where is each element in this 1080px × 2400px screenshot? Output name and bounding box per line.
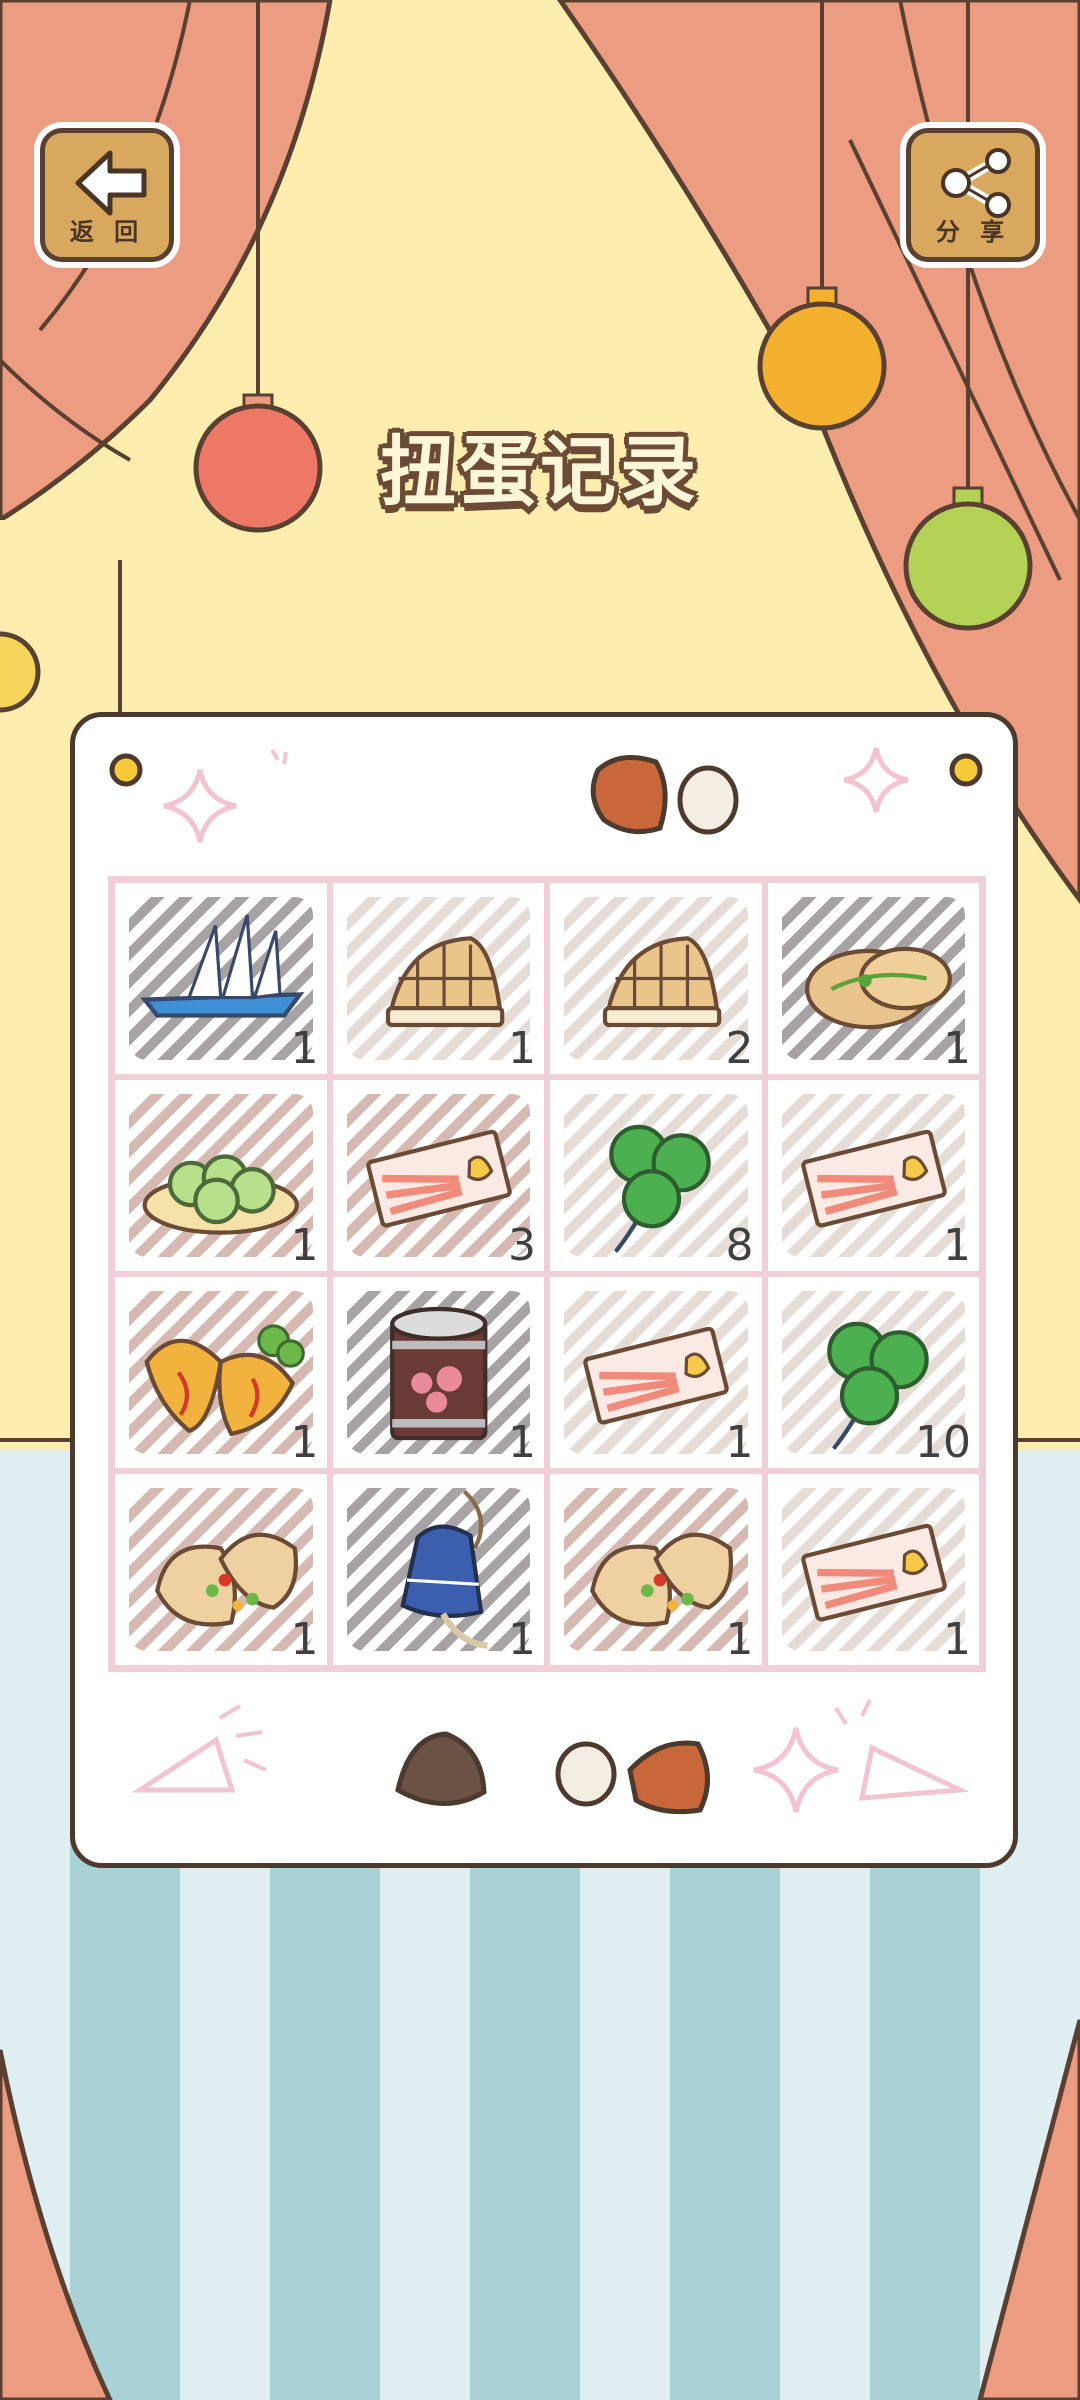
item-count: 1 [290,1614,319,1665]
item-count: 8 [725,1220,754,1271]
capsule-record-grid: 1 1 2 1 1 3 8 1 1 1 1 10 1 1 1 1 [108,876,986,1672]
item-count: 10 [915,1417,971,1468]
record-cell[interactable]: 3 [329,1077,547,1274]
item-count: 1 [508,1023,536,1074]
record-cell[interactable]: 1 [764,880,982,1077]
record-cell[interactable]: 1 [329,1274,547,1471]
share-icon [941,148,1011,218]
record-cell[interactable]: 1 [764,1077,982,1274]
item-count: 1 [290,1220,319,1271]
item-count: 3 [508,1220,536,1271]
item-count: 2 [725,1023,754,1074]
record-cell[interactable]: 1 [112,1077,330,1274]
record-cell[interactable]: 1 [112,1274,330,1471]
share-button[interactable]: 分 享 [906,128,1040,262]
record-cell[interactable]: 2 [547,880,765,1077]
record-cell[interactable]: 1 [547,1274,765,1471]
item-count: 1 [508,1614,536,1665]
item-count: 1 [508,1417,536,1468]
item-count: 1 [943,1614,971,1665]
record-cell[interactable]: 8 [547,1077,765,1274]
back-button[interactable]: 返 回 [40,128,174,262]
item-count: 1 [290,1023,319,1074]
record-cell[interactable]: 1 [764,1471,982,1668]
record-cell[interactable]: 1 [112,880,330,1077]
item-count: 1 [943,1220,971,1271]
item-count: 1 [725,1417,754,1468]
arrow-left-icon [75,150,147,216]
record-cell[interactable]: 10 [764,1274,982,1471]
item-count: 1 [943,1023,971,1074]
record-cell[interactable]: 1 [112,1471,330,1668]
page-title: 扭蛋记录 [380,427,700,516]
record-cell[interactable]: 1 [329,1471,547,1668]
item-count: 1 [725,1614,754,1665]
item-count: 1 [290,1417,319,1468]
share-label: 分 享 [935,218,1011,246]
back-label: 返 回 [69,218,145,246]
record-cell[interactable]: 1 [547,1471,765,1668]
record-cell[interactable]: 1 [329,880,547,1077]
